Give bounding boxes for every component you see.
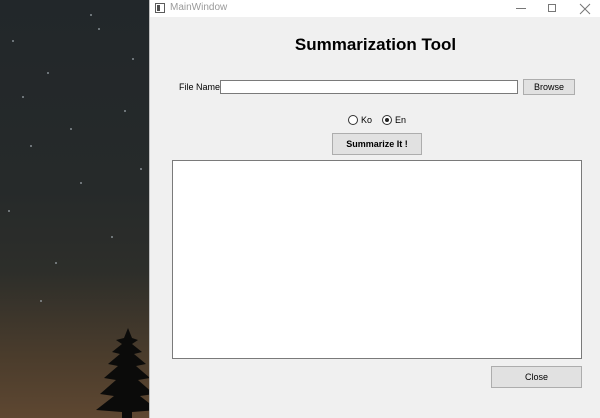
star [111,236,113,238]
star [40,300,42,302]
radio-en-circle[interactable] [382,115,392,125]
star [8,210,10,212]
star [98,28,100,30]
app-window-icon [155,3,165,13]
star [30,145,32,147]
star [47,72,49,74]
maximize-icon [548,4,556,12]
maximize-button[interactable] [537,0,569,17]
star [124,110,126,112]
window-title: MainWindow [170,2,228,13]
close-icon [579,3,591,15]
star [80,182,82,184]
star [12,40,14,42]
title-bar: MainWindow [150,0,600,17]
radio-ko-circle[interactable] [348,115,358,125]
minimize-button[interactable] [505,0,537,17]
radio-ko-label[interactable]: Ko [361,115,372,126]
radio-selected-dot [385,118,389,122]
file-name-input[interactable] [220,80,518,94]
main-window: MainWindow Summarization Tool File Name … [149,0,600,418]
star [70,128,72,130]
summarize-button[interactable]: Summarize It ! [332,133,422,155]
star [90,14,92,16]
radio-en-label[interactable]: En [395,115,406,126]
star [55,262,57,264]
file-name-label: File Name [179,82,221,92]
browse-button[interactable]: Browse [523,79,575,95]
window-close-button[interactable] [569,0,600,17]
minimize-icon [516,8,526,9]
star [132,58,134,60]
star [22,96,24,98]
star [140,168,142,170]
page-title: Summarization Tool [294,35,457,54]
summary-output[interactable] [172,160,582,359]
close-button[interactable]: Close [491,366,582,388]
